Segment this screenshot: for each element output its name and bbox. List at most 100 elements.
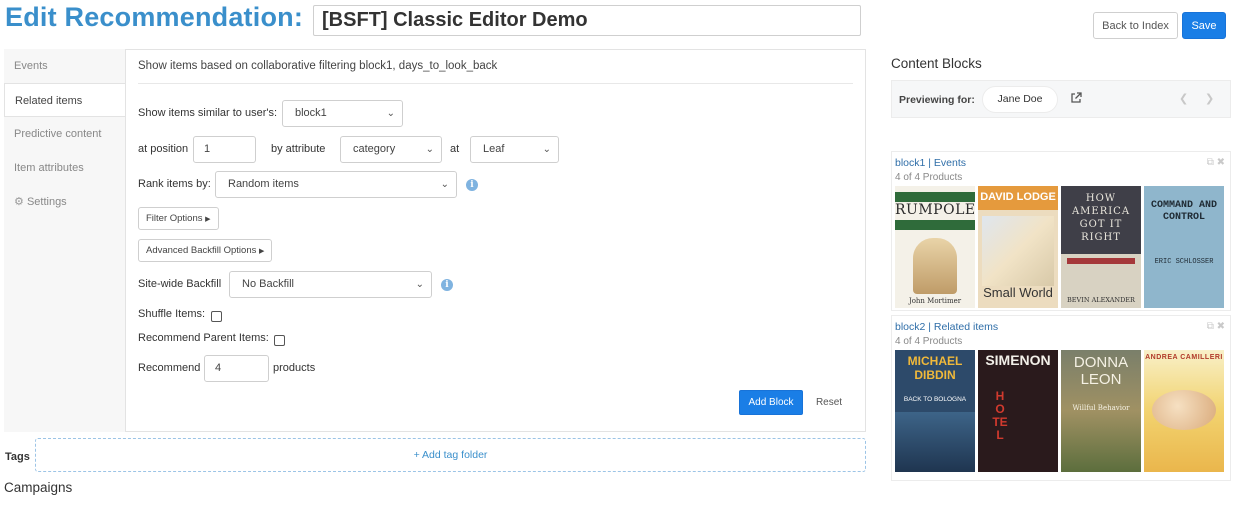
- cover-illustration: [1152, 390, 1216, 430]
- book-cover[interactable]: DONNA LEON Willful Behavior: [1061, 350, 1141, 472]
- similar-label: Show items similar to user's:: [138, 107, 278, 119]
- cover-band: [895, 192, 975, 202]
- recommend-label: Recommend: [138, 362, 201, 374]
- tab-events[interactable]: Events: [4, 49, 126, 83]
- add-tag-folder-button[interactable]: + Add tag folder: [35, 438, 866, 472]
- copy-icon[interactable]: ⧉: [1207, 321, 1214, 332]
- book-title: RUMPOLE: [895, 202, 975, 218]
- block-type-tabs: Events Related items Predictive content …: [4, 49, 126, 219]
- preview-user-pill[interactable]: Jane Doe: [982, 86, 1058, 113]
- chevron-left-icon[interactable]: ❮: [1179, 92, 1188, 105]
- block-title[interactable]: block1 | Events: [895, 157, 966, 169]
- tab-label: Related items: [15, 95, 83, 107]
- cover-band: [895, 220, 975, 230]
- cover-illustration: [982, 216, 1054, 286]
- book-title: HOW AMERICA GOT IT RIGHT: [1071, 193, 1131, 243]
- book-title: ANDREA CAMILLERI: [1145, 354, 1223, 361]
- external-link-icon[interactable]: [1070, 92, 1082, 104]
- button-label: Filter Options: [146, 213, 203, 224]
- select-value: Random items: [228, 178, 299, 190]
- filter-options-button[interactable]: Filter Options ▶: [138, 207, 219, 230]
- button-label: Advanced Backfill Options: [146, 245, 257, 256]
- chevron-down-icon: ⌄: [386, 108, 395, 119]
- copy-icon[interactable]: ⧉: [1207, 157, 1214, 168]
- chevron-down-icon: ⌄: [542, 144, 551, 155]
- backfill-label: Site-wide Backfill: [138, 278, 222, 290]
- recommend-parent-checkbox[interactable]: [274, 335, 285, 346]
- position-input[interactable]: 1: [193, 136, 256, 163]
- previewing-label: Previewing for:: [899, 94, 975, 106]
- book-cover[interactable]: SIMENON HOTEL: [978, 350, 1058, 472]
- info-icon[interactable]: i: [441, 279, 453, 291]
- recommend-count-input[interactable]: 4: [204, 355, 269, 382]
- book-title: DAVID LODGE: [980, 191, 1056, 203]
- content-block: block2 | Related items 4 of 4 Products ⧉…: [891, 315, 1231, 481]
- select-value: Leaf: [483, 143, 505, 155]
- close-icon[interactable]: ✖: [1217, 157, 1225, 168]
- content-block: block1 | Events 4 of 4 Products ⧉ ✖ RUMP…: [891, 151, 1231, 311]
- gear-icon: ⚙: [14, 196, 24, 208]
- cover-illustration: [913, 238, 957, 294]
- back-to-index-button[interactable]: Back to Index: [1093, 12, 1178, 39]
- block-count: 4 of 4 Products: [895, 172, 963, 183]
- tab-label: Events: [14, 60, 48, 72]
- book-subtitle: Small World: [983, 285, 1053, 300]
- products-label: products: [273, 362, 316, 374]
- book-subtitle: BACK TO BOLOGNA: [903, 396, 967, 403]
- caret-right-icon: ▶: [259, 248, 265, 255]
- rank-select[interactable]: Random items ⌄: [215, 171, 457, 198]
- book-cover[interactable]: DAVID LODGE Small World: [978, 186, 1058, 308]
- shuffle-label: Shuffle Items:: [138, 308, 206, 320]
- book-cover[interactable]: ANDREA CAMILLERI: [1144, 350, 1224, 472]
- rank-label: Rank items by:: [138, 178, 211, 190]
- preview-bar: Previewing for: Jane Doe ❮ ❯: [891, 80, 1231, 118]
- tab-item-attributes[interactable]: Item attributes: [4, 151, 126, 185]
- save-button[interactable]: Save: [1182, 12, 1226, 39]
- attribute-label: by attribute: [271, 143, 326, 155]
- book-title: SIMENON: [985, 352, 1051, 368]
- book-title: MICHAEL DIBDIN: [907, 354, 963, 382]
- book-title: DONNA LEON: [1073, 354, 1129, 388]
- at-label: at: [450, 143, 460, 155]
- book-cover[interactable]: HOW AMERICA GOT IT RIGHT BEVIN ALEXANDER: [1061, 186, 1141, 308]
- similar-block-select[interactable]: block1 ⌄: [282, 100, 403, 127]
- add-block-button[interactable]: Add Block: [739, 390, 803, 415]
- shuffle-checkbox[interactable]: [211, 311, 222, 322]
- tags-label: Tags: [5, 451, 30, 463]
- tab-predictive-content[interactable]: Predictive content: [4, 117, 126, 151]
- cover-band: [1067, 258, 1135, 264]
- book-author: BEVIN ALEXANDER: [1067, 296, 1135, 304]
- position-label: at position: [138, 143, 189, 155]
- book-subtitle: HOTEL: [992, 389, 1008, 442]
- reset-button[interactable]: Reset: [809, 390, 849, 415]
- block-title[interactable]: block2 | Related items: [895, 321, 998, 333]
- campaigns-heading: Campaigns: [4, 480, 73, 495]
- book-cover[interactable]: COMMAND AND CONTROL ERIC SCHLOSSER: [1144, 186, 1224, 308]
- info-icon[interactable]: i: [466, 179, 478, 191]
- tab-settings[interactable]: ⚙ Settings: [4, 185, 126, 219]
- tab-label: Item attributes: [14, 162, 84, 174]
- select-value: block1: [295, 107, 327, 119]
- book-title: COMMAND AND CONTROL: [1150, 200, 1217, 223]
- content-blocks-title: Content Blocks: [891, 56, 982, 71]
- book-cover[interactable]: MICHAEL DIBDIN BACK TO BOLOGNA: [895, 350, 975, 472]
- recommend-parent-label: Recommend Parent Items:: [138, 332, 269, 344]
- chevron-down-icon: ⌄: [415, 279, 424, 290]
- attribute-select[interactable]: category ⌄: [340, 136, 442, 163]
- page-title: Edit Recommendation:: [5, 2, 304, 32]
- chevron-down-icon: ⌄: [440, 179, 449, 190]
- backfill-select[interactable]: No Backfill ⌄: [229, 271, 432, 298]
- advanced-backfill-options-button[interactable]: Advanced Backfill Options ▶: [138, 239, 273, 262]
- book-subtitle: Willful Behavior: [1072, 404, 1130, 412]
- tab-label: Predictive content: [14, 128, 102, 140]
- tab-related-items[interactable]: Related items: [4, 83, 126, 117]
- caret-right-icon: ▶: [205, 216, 211, 223]
- level-select[interactable]: Leaf ⌄: [470, 136, 559, 163]
- tab-label: Settings: [26, 196, 67, 208]
- close-icon[interactable]: ✖: [1217, 321, 1225, 332]
- book-cover[interactable]: RUMPOLE John Mortimer: [895, 186, 975, 308]
- book-author: John Mortimer: [908, 297, 962, 305]
- related-items-panel: Show items based on collaborative filter…: [125, 49, 866, 432]
- recommendation-name-input[interactable]: [313, 5, 861, 36]
- chevron-right-icon[interactable]: ❯: [1205, 92, 1214, 105]
